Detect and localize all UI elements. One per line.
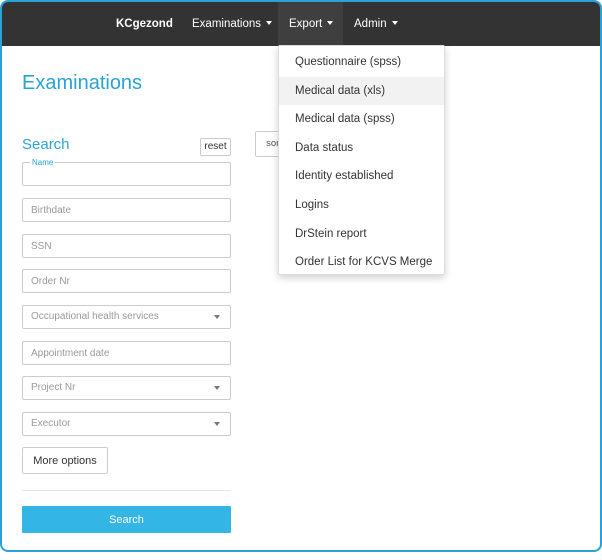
menu-item-identity-established[interactable]: Identity established [279,162,444,191]
menu-item-questionnaire-spss[interactable]: Questionnaire (spss) [279,48,444,77]
brand-link[interactable]: KCgezond [116,2,173,46]
appointment-date-input[interactable] [23,342,230,364]
menu-item-data-status[interactable]: Data status [279,134,444,163]
birthdate-field [22,198,231,222]
more-options-button[interactable]: More options [22,447,108,474]
export-dropdown-menu: Questionnaire (spss) Medical data (xls) … [278,45,445,275]
menu-item-drstein-report[interactable]: DrStein report [279,220,444,249]
chevron-down-icon [214,422,220,426]
ssn-input[interactable] [23,235,230,257]
name-label: Name [30,158,56,167]
page-title: Examinations [22,72,143,94]
chevron-down-icon [214,386,220,390]
app-window: KCgezond Examinations Export Admin Exami… [0,0,602,552]
appointment-date-field [22,341,231,365]
search-button[interactable]: Search [22,506,231,533]
nav-export-label: Export [289,18,323,30]
occupational-health-value: Occupational health services [31,311,159,322]
top-navbar: KCgezond Examinations Export Admin [2,2,600,46]
nav-examinations[interactable]: Examinations [192,2,273,46]
executor-value: Executor [31,418,71,429]
caret-down-icon [391,20,398,25]
divider [22,490,231,491]
nav-admin[interactable]: Admin [354,2,398,46]
menu-item-order-list-kcvs-merge[interactable]: Order List for KCVS Merge [279,248,444,277]
nav-admin-label: Admin [354,18,387,30]
menu-item-medical-data-xls[interactable]: Medical data (xls) [279,76,444,106]
occupational-health-select[interactable]: Occupational health services [22,305,231,329]
reset-button[interactable]: reset [200,138,231,156]
menu-item-logins[interactable]: Logins [279,191,444,220]
birthdate-input[interactable] [23,199,230,221]
nav-export[interactable]: Export [278,2,343,46]
nav-examinations-label: Examinations [192,18,262,30]
executor-select[interactable]: Executor [22,412,231,436]
ssn-field [22,234,231,258]
order-nr-input[interactable] [23,270,230,292]
search-heading: Search [22,136,70,153]
caret-down-icon [327,20,334,25]
caret-down-icon [266,20,273,25]
project-nr-value: Project Nr [31,382,76,393]
name-field: Name [22,158,231,186]
project-nr-select[interactable]: Project Nr [22,376,231,400]
chevron-down-icon [214,315,220,319]
menu-item-medical-data-spss[interactable]: Medical data (spss) [279,105,444,134]
order-nr-field [22,269,231,293]
